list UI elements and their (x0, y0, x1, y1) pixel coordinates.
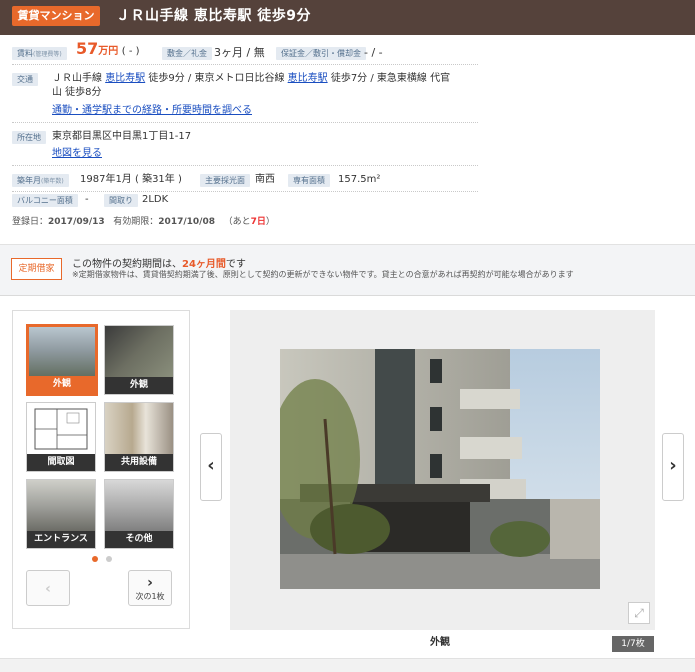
thumbnail-floorplan[interactable]: 間取図 (26, 402, 96, 472)
chevron-left-icon: ‹ (45, 581, 51, 597)
guarantee-value: - / - (364, 46, 383, 59)
thumbnail-caption: 共用設備 (105, 454, 173, 471)
fullscreen-button[interactable]: ⤢ (628, 602, 650, 624)
guarantee-label: 保証金／敷引・償却金 (276, 47, 366, 60)
thumbnail-image (27, 403, 95, 455)
rent-row: 賃料(管理費等) 57万円 ( - ) 敷金／礼金 3ヶ月 / 無 保証金／敷引… (12, 40, 478, 65)
details-row-1: 築年月(築年数) 1987年1月 ( 築31年 ) 主要採光面 南西 専有面積 … (12, 170, 478, 192)
page-dot[interactable] (106, 556, 112, 562)
details-row-2: バルコニー面積 - 間取り 2LDK (12, 192, 478, 210)
area-value: 157.5m² (338, 174, 381, 185)
page-title: ＪＲ山手線 恵比寿駅 徒歩9分 (116, 8, 311, 24)
fixed-term-badge: 定期借家 (11, 258, 62, 280)
address-value: 東京都目黒区中目黒1丁目1-17 (52, 131, 192, 142)
category-badge: 賃貸マンション (12, 6, 100, 26)
thumbnail-image (105, 326, 173, 378)
balcony-value: - (85, 194, 89, 205)
station-link-2[interactable]: 恵比寿駅 (288, 73, 328, 84)
thumbnail-caption: 外観 (29, 376, 95, 393)
deposit-value: 3ヶ月 / 無 (214, 46, 265, 59)
address-label: 所在地 (12, 131, 46, 144)
bottom-bar (0, 658, 695, 672)
thumbnail-image (27, 480, 95, 532)
traffic-row: 交通 ＪＲ山手線 恵比寿駅 徒歩9分 / 東京メトロ日比谷線 恵比寿駅 徒歩7分… (12, 67, 478, 123)
balcony-label: バルコニー面積 (12, 194, 78, 207)
station-link-1[interactable]: 恵比寿駅 (105, 73, 145, 84)
traffic-label: 交通 (12, 73, 38, 86)
thumbnail-image (105, 403, 173, 455)
photo-counter: 1/7枚 (612, 636, 654, 652)
layout-value: 2LDK (142, 194, 169, 205)
page-header: 賃貸マンション ＪＲ山手線 恵比寿駅 徒歩9分 (0, 0, 695, 35)
page-dot-active[interactable] (92, 556, 98, 562)
fixed-term-lease-notice: 定期借家 この物件の契約期間は、24ヶ月間です ※定期借家物件は、賃貸借契約期満… (0, 244, 695, 296)
light-label: 主要採光面 (200, 174, 250, 187)
next-photo-button[interactable]: › (662, 433, 684, 501)
thumbnail-other[interactable]: その他 (104, 479, 174, 549)
thumbnail-caption: その他 (105, 531, 173, 548)
rent-price: 57万円 ( - ) (76, 39, 140, 58)
layout-label: 間取り (104, 194, 138, 207)
thumbnail-image (105, 480, 173, 532)
thumbnail-image (29, 327, 95, 379)
thumbnail-caption: 間取図 (27, 454, 95, 471)
listing-dates: 登録日：2017/09/13 有効期限：2017/10/08 （あと7日） (12, 217, 275, 227)
chevron-right-icon: › (147, 575, 153, 591)
photo-caption: 外観 (430, 637, 450, 648)
lease-note: ※定期借家物件は、賃貸借契約期満了後、原則として契約の更新ができない物件です。貸… (72, 270, 574, 279)
map-link[interactable]: 地図を見る (52, 147, 102, 161)
route-search-link[interactable]: 通勤・通学駅までの経路・所要時間を調べる (52, 104, 252, 118)
chevron-left-icon: ‹ (207, 455, 215, 476)
light-value: 南西 (255, 174, 275, 185)
expand-icon: ⤢ (634, 606, 644, 620)
main-photo-stage (230, 310, 655, 630)
thumbnail-entrance[interactable]: エントランス (26, 479, 96, 549)
address-row: 所在地 東京都目黒区中目黒1丁目1-17 地図を見る (12, 125, 478, 166)
thumbnail-common-facilities[interactable]: 共用設備 (104, 402, 174, 472)
traffic-line1: ＪＲ山手線 恵比寿駅 徒歩9分 / 東京メトロ日比谷線 恵比寿駅 徒歩7分 / … (52, 73, 451, 84)
rent-label: 賃料(管理費等) (12, 47, 67, 60)
prev-thumbs-button[interactable]: ‹ (26, 570, 70, 606)
traffic-line2: 山 徒歩8分 (52, 87, 102, 98)
built-label: 築年月(築年数) (12, 174, 69, 187)
next-thumbs-label: 次の1枚 (135, 592, 165, 601)
thumbnail-exterior-2[interactable]: 外観 (104, 325, 174, 395)
thumbnail-caption: 外観 (105, 377, 173, 394)
lease-term-text: この物件の契約期間は、24ヶ月間です (72, 259, 246, 270)
prev-photo-button[interactable]: ‹ (200, 433, 222, 501)
next-thumbs-button[interactable]: › 次の1枚 (128, 570, 172, 606)
built-value: 1987年1月 ( 築31年 ) (80, 174, 182, 185)
thumbnail-exterior-1[interactable]: 外観 (26, 324, 98, 396)
thumbnail-caption: エントランス (27, 531, 95, 548)
area-label: 専有面積 (288, 174, 330, 187)
main-photo (280, 349, 600, 589)
deposit-label: 敷金／礼金 (162, 47, 212, 60)
chevron-right-icon: › (669, 455, 677, 476)
